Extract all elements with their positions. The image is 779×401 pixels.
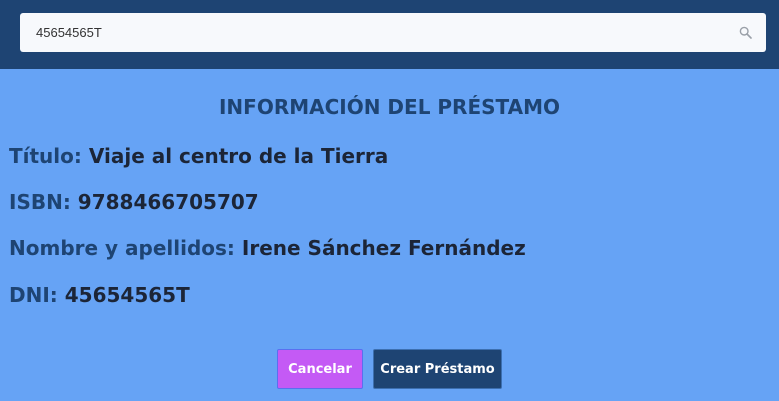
search-icon[interactable] — [738, 26, 752, 40]
field-label: Título: — [9, 144, 82, 168]
loan-info-panel: INFORMACIÓN DEL PRÉSTAMO Título: Viaje a… — [0, 69, 779, 401]
cancel-button[interactable]: Cancelar — [277, 349, 363, 389]
field-isbn: ISBN: 9788466705707 — [9, 190, 259, 214]
create-loan-button[interactable]: Crear Préstamo — [373, 349, 502, 389]
field-dni: DNI: 45654565T — [9, 283, 190, 307]
page-title: INFORMACIÓN DEL PRÉSTAMO — [218, 95, 560, 119]
field-nombre: Nombre y apellidos: Irene Sánchez Fernán… — [9, 236, 526, 260]
field-label: DNI: — [9, 283, 58, 307]
top-bar — [0, 0, 779, 69]
field-value: Irene Sánchez Fernández — [241, 236, 526, 260]
field-value: Viaje al centro de la Tierra — [88, 144, 389, 168]
search-box[interactable] — [20, 13, 766, 52]
field-titulo: Título: Viaje al centro de la Tierra — [9, 144, 388, 168]
field-value: 9788466705707 — [77, 190, 259, 214]
field-label: ISBN: — [9, 190, 71, 214]
field-label: Nombre y apellidos: — [9, 236, 235, 260]
search-input[interactable] — [20, 13, 738, 52]
field-value: 45654565T — [64, 283, 190, 307]
